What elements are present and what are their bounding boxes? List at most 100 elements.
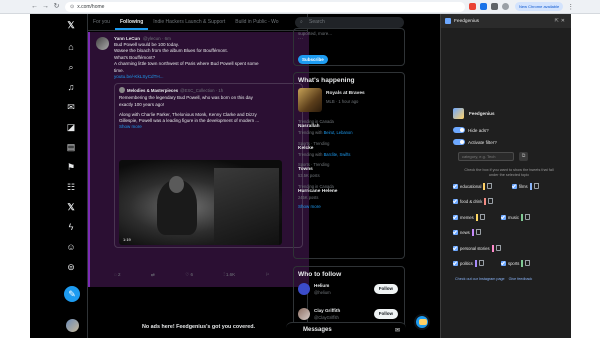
category-checkbox[interactable] [512,183,517,189]
clay-griffith-avatar[interactable] [298,308,310,320]
category-food-drink[interactable]: food & drink [453,197,494,205]
video-thumbnail[interactable]: 1:19 [119,160,282,246]
profile-avatar[interactable] [502,3,509,10]
tweet-link[interactable]: youtu.be/-KkLSyCdTH... [114,74,303,80]
tweet[interactable]: ··· Yann LeCun @ylecun · 6m Bud Powell w… [88,32,309,287]
communities-icon[interactable]: ☷ [65,181,77,193]
tweet-author-avatar[interactable] [96,37,109,50]
trash-icon[interactable] [487,183,493,189]
trash-icon[interactable] [488,198,494,204]
category-news[interactable]: news [453,228,481,236]
category-checkbox[interactable] [453,260,458,266]
helium-avatar[interactable] [298,283,310,295]
category-checkbox[interactable] [453,198,458,204]
verified-orgs-icon[interactable]: ϟ [65,221,77,233]
category-input[interactable]: category, e.g. Tech [458,152,514,161]
featured-trend[interactable]: Royals at Braves MLB · 1 hour ago [298,88,400,114]
category-educational[interactable]: educational [453,182,493,190]
subscribe-button[interactable]: Subscribe [298,55,328,64]
post-button[interactable]: ✎ [64,286,80,302]
views-button[interactable]: ⫶ 1.6K [224,272,236,278]
show-more-link[interactable]: Show more [298,204,400,209]
hide-ads-toggle[interactable] [453,127,465,133]
category-checkbox[interactable] [453,214,458,220]
show-more-link[interactable]: Show more [119,124,298,130]
like-button[interactable]: ♡ 6 [185,272,193,278]
follow-button[interactable]: Follow [373,309,398,319]
tab-following[interactable]: Following [114,14,149,30]
category-checkbox[interactable] [501,260,506,266]
more-icon[interactable]: ⊜ [65,261,77,273]
repost-button[interactable]: ⇄ [151,272,155,278]
follow-suggestion[interactable]: Helium @helium Follow [298,281,400,303]
trend-link[interactable]: Beirut, Lebanon [324,130,353,135]
trash-icon[interactable] [533,183,539,189]
extension-icon[interactable] [469,3,476,10]
trash-icon[interactable] [479,214,485,220]
add-category-icon[interactable]: ⧉ [519,152,528,161]
quoted-tweet[interactable]: Melodies & Masterpieces @ESC_Collection … [114,83,303,249]
category-checkbox[interactable] [453,183,458,189]
category-checkbox[interactable] [501,214,506,220]
category-politics[interactable]: politics [453,259,484,267]
home-icon[interactable]: ⌂ [65,41,77,53]
new-message-icon[interactable]: ✉ [395,327,400,334]
trend-item[interactable]: Trending in Canada Hurricane Helene 245K… [298,184,400,201]
back-icon[interactable]: ← [30,2,39,11]
lists-icon[interactable]: ▤ [65,141,77,153]
premium-icon[interactable]: 𝕏 [65,201,77,213]
search-input[interactable]: ⌕ Search [295,17,404,28]
category-music[interactable]: music [501,213,530,221]
category-label: personal stories [460,245,490,251]
tab-build-in-public[interactable]: Build in Public - Wo [230,14,283,30]
instagram-link[interactable]: Check out our Instagram page [455,277,505,281]
profile-icon[interactable]: ☺ [65,241,77,253]
feedback-link[interactable]: Give feedback [509,277,533,281]
quoted-author-name: Melodies & Masterpieces [127,87,179,93]
category-checkbox[interactable] [453,229,458,235]
side-panel-controls[interactable]: ⇱✕ [555,18,567,24]
category-memes[interactable]: memes [453,213,485,221]
category-sports[interactable]: sports [501,259,531,267]
messages-icon[interactable]: ✉ [65,101,77,113]
bookmarks-icon[interactable]: ⚑ [65,161,77,173]
messages-drawer[interactable]: Messages ✉ [286,322,406,338]
trash-icon[interactable] [524,214,530,220]
category-checkbox[interactable] [453,245,458,251]
forward-icon[interactable]: → [41,2,50,11]
x-logo-icon[interactable]: 𝕏 [65,19,77,31]
search-icon[interactable]: ⌕ [65,61,77,73]
address-bar[interactable]: ⊙ x.com/home [65,1,465,12]
page-margin-right [571,14,600,338]
notifications-icon[interactable]: ♫ [65,81,77,93]
category-label: sports [508,260,520,266]
side-panel-icon[interactable] [491,3,498,10]
category-personal-stories[interactable]: personal stories [453,244,501,252]
follow-button[interactable]: Follow [373,284,398,294]
trash-icon[interactable] [475,229,481,235]
feedgenius-float-icon[interactable] [414,314,430,330]
site-info-icon[interactable]: ⊙ [70,4,74,10]
category-films[interactable]: films [512,182,539,190]
reload-icon[interactable]: ↻ [52,2,61,11]
reply-button[interactable]: ◌ 2 [114,272,120,278]
grok-icon[interactable]: ◪ [65,121,77,133]
extension-icon[interactable] [480,3,487,10]
trash-icon[interactable] [495,245,501,251]
account-avatar[interactable] [66,319,79,332]
category-color [475,213,478,221]
update-chrome-button[interactable]: New Chrome available [515,2,564,11]
trash-icon[interactable] [478,260,484,266]
trash-icon[interactable] [525,260,531,266]
trend-item[interactable]: Sports · Trending Towns 53.5K posts [298,162,400,179]
trend-item[interactable]: Trending in Canada Nasrallah Trending wi… [298,119,400,136]
category-color [520,213,523,221]
kebab-icon[interactable]: ⋮ [567,3,574,11]
activate-filter-toggle[interactable] [453,139,465,145]
bookmark-button[interactable]: ⚐ [266,272,270,278]
tab-for-you[interactable]: For you [88,14,115,30]
category-label: politics [460,260,473,266]
trend-item[interactable]: Sports · Trending Kelcke Trending with B… [298,141,400,158]
trend-link[interactable]: Barclite, Swifts [324,152,351,157]
tab-indie-hackers[interactable]: Indie Hackers Launch & Support [148,14,230,30]
